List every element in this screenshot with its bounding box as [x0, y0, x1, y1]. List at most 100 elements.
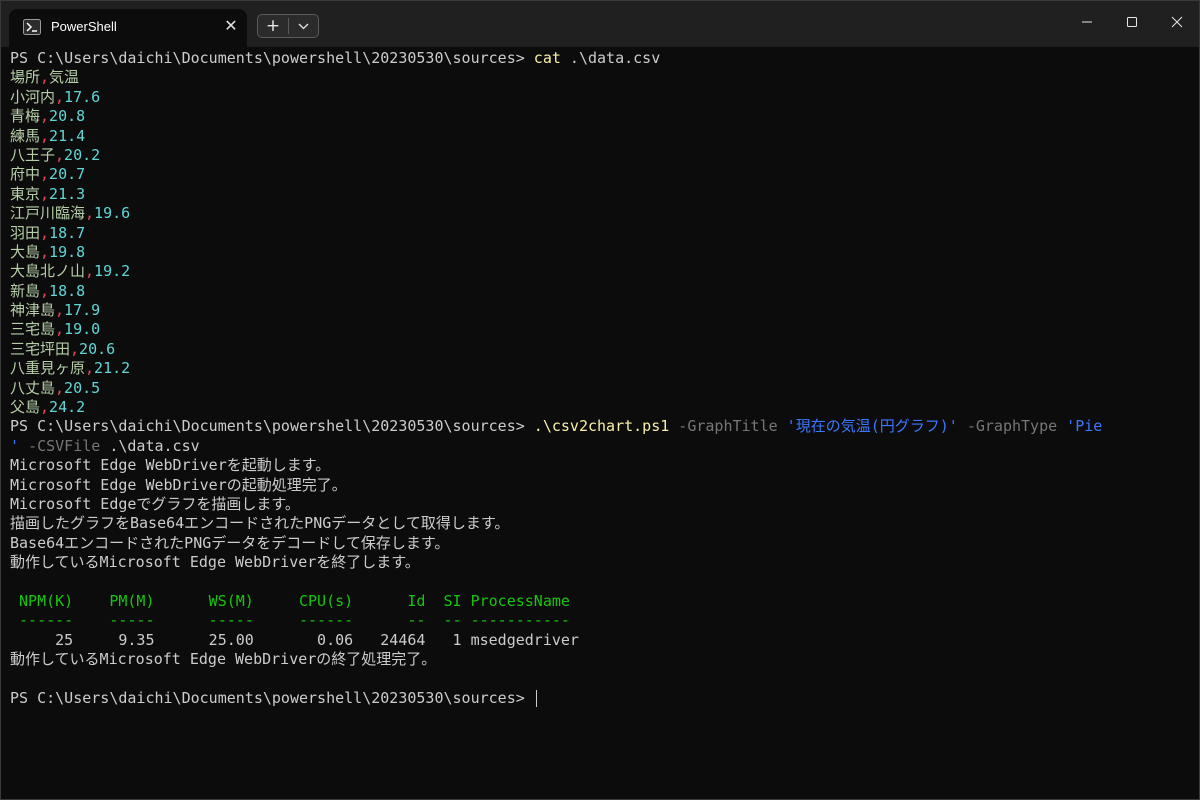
- prompt: PS C:\Users\daichi\Documents\powershell\…: [10, 688, 525, 707]
- csv-rows: 小河内,17.6 青梅,20.8 練馬,21.4 八王子,20.2 府中,20.7 東京,…: [10, 88, 1195, 418]
- prompt: PS C:\Users\daichi\Documents\powershell\…: [10, 417, 525, 436]
- csv-comma: ,: [55, 301, 65, 320]
- csv-comma: ,: [55, 145, 65, 164]
- close-icon: [1171, 16, 1183, 28]
- csv-temperature: 19.0: [64, 320, 101, 339]
- chevron-down-icon[interactable]: [289, 15, 318, 37]
- maximize-button[interactable]: [1108, 1, 1154, 43]
- csv-temperature: 21.2: [94, 359, 131, 378]
- csv-place: 三宅坪田: [10, 339, 71, 358]
- csv-comma: ,: [40, 126, 50, 145]
- csv-row: 小河内,17.6: [10, 88, 1195, 107]
- csv-place: 府中: [10, 165, 41, 184]
- message-line: 動作しているMicrosoft Edge WebDriverを終了します。: [10, 553, 420, 572]
- csv-temperature: 20.7: [49, 165, 86, 184]
- csv-temperature: 20.6: [79, 339, 116, 358]
- csv-place: 江戸川臨海: [10, 204, 86, 223]
- csv-row: 東京,21.3: [10, 185, 1195, 204]
- csv-row: 羽田,18.7: [10, 224, 1195, 243]
- process-table-underline: ------ ----- ----- ------ -- -- --------…: [10, 611, 570, 630]
- value-graph-title: '現在の気温(円グラフ)': [786, 417, 958, 436]
- csv-comma: ,: [40, 242, 50, 261]
- csv-temperature: 20.5: [64, 378, 101, 397]
- command-line: PS C:\Users\daichi\Documents\powershell\…: [10, 417, 1195, 436]
- csv-temperature: 18.8: [49, 281, 86, 300]
- csv-comma: ,: [85, 204, 95, 223]
- terminal-window: PowerShell ✕ + PS C:\Users\daichi\Docume…: [0, 0, 1200, 800]
- minimize-icon: [1082, 21, 1092, 23]
- new-tab-button[interactable]: +: [258, 15, 288, 37]
- tab-powershell[interactable]: PowerShell ✕: [9, 9, 247, 47]
- csv-row: 江戸川臨海,19.6: [10, 204, 1195, 223]
- csv-temperature: 21.4: [49, 126, 86, 145]
- csv-temperature: 17.9: [64, 301, 101, 320]
- csv-header-col1: 場所: [10, 68, 41, 87]
- value-csv-file: .\data.csv: [109, 436, 200, 455]
- csv-comma: ,: [55, 87, 65, 106]
- process-table-row: 25 9.35 25.00 0.06 24464 1 msedgedriver: [10, 630, 579, 649]
- csv-place: 八重見ヶ原: [10, 359, 86, 378]
- title-bar: PowerShell ✕ +: [1, 1, 1199, 47]
- csv-row: 三宅坪田,20.6: [10, 340, 1195, 359]
- csv-temperature: 19.2: [94, 262, 131, 281]
- command-name: cat: [533, 49, 561, 67]
- csv-row: 八重見ヶ原,21.2: [10, 359, 1195, 378]
- message-line: Base64エンコードされたPNGデータをデコードして保存します。: [10, 533, 450, 552]
- csv-comma: ,: [40, 398, 50, 417]
- tab-title: PowerShell: [51, 19, 117, 34]
- csv-place: 八丈島: [10, 378, 56, 397]
- command-arg: .\data.csv: [569, 49, 661, 67]
- terminal-output[interactable]: PS C:\Users\daichi\Documents\powershell\…: [10, 49, 1195, 794]
- csv-place: 八王子: [10, 145, 56, 164]
- message-line: Microsoft Edgeでグラフを描画します。: [10, 494, 300, 513]
- csv-place: 神津島: [10, 301, 56, 320]
- csv-comma: ,: [70, 339, 80, 358]
- close-tab-icon[interactable]: ✕: [222, 17, 240, 35]
- message-line: Microsoft Edge WebDriverの起動処理完了。: [10, 475, 347, 494]
- csv-temperature: 20.8: [49, 107, 86, 126]
- csv-temperature: 20.2: [64, 145, 101, 164]
- csv-place: 小河内: [10, 87, 56, 106]
- close-window-button[interactable]: [1153, 1, 1199, 43]
- csv-comma: ,: [85, 359, 95, 378]
- csv-temperature: 18.7: [49, 223, 86, 242]
- csv-comma: ,: [40, 107, 50, 126]
- csv-header-line: 場所,気温: [10, 68, 1195, 87]
- csv-place: 父島: [10, 398, 41, 417]
- csv-comma: ,: [55, 378, 65, 397]
- csv-comma: ,: [55, 320, 65, 339]
- new-tab-split-button: +: [257, 14, 319, 38]
- csv-comma: ,: [40, 165, 50, 184]
- csv-temperature: 17.6: [64, 87, 101, 106]
- csv-row: 新島,18.8: [10, 282, 1195, 301]
- csv-row: 八丈島,20.5: [10, 379, 1195, 398]
- maximize-icon: [1127, 17, 1137, 27]
- csv-place: 大島北ノ山: [10, 262, 86, 281]
- csv-place: 三宅島: [10, 320, 56, 339]
- csv-temperature: 19.6: [94, 204, 131, 223]
- csv-place: 羽田: [10, 223, 41, 242]
- csv-temperature: 19.8: [49, 242, 86, 261]
- prompt: PS C:\Users\daichi\Documents\powershell\…: [10, 49, 525, 67]
- csv-temperature: 24.2: [49, 398, 86, 417]
- param-csv-file: -CSVFile: [28, 436, 101, 455]
- csv-temperature: 21.3: [49, 184, 86, 203]
- csv-comma: ,: [40, 281, 50, 300]
- csv-row: 八王子,20.2: [10, 146, 1195, 165]
- param-graph-type: -GraphType: [966, 417, 1058, 436]
- csv-header-col2: 気温: [49, 68, 80, 87]
- csv-place: 練馬: [10, 126, 41, 145]
- process-table-header: NPM(K) PM(M) WS(M) CPU(s) Id SI ProcessN…: [10, 591, 570, 610]
- csv-comma: ,: [40, 68, 50, 87]
- script-name: .\csv2chart.ps1: [533, 417, 670, 436]
- csv-place: 東京: [10, 184, 41, 203]
- minimize-button[interactable]: [1063, 1, 1109, 43]
- csv-row: 府中,20.7: [10, 165, 1195, 184]
- value-graph-type-end: ': [10, 436, 20, 455]
- csv-comma: ,: [85, 262, 95, 281]
- csv-row: 神津島,17.9: [10, 301, 1195, 320]
- csv-comma: ,: [40, 184, 50, 203]
- command-line: PS C:\Users\daichi\Documents\powershell\…: [10, 689, 1195, 708]
